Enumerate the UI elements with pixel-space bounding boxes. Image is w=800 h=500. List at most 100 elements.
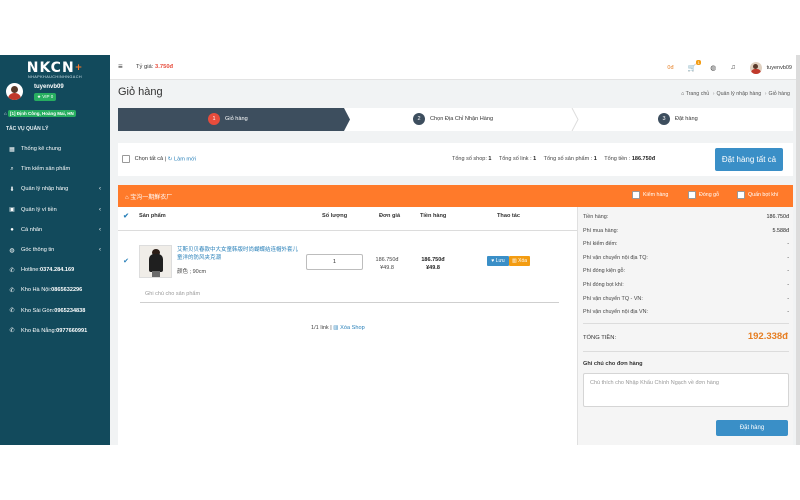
wallet-balance[interactable]: 0đ [667, 65, 673, 71]
sidebar-item-label: Kho Sài Gòn: [21, 307, 55, 314]
fee-row: Phí vận chuyển nội địa TQ: - [583, 252, 789, 266]
user-panel: tuyenvb09 ★ VIP 0 [0, 81, 110, 111]
col-product: Sản phẩm [139, 213, 166, 219]
vip-badge: ★ VIP 0 [34, 93, 57, 101]
sidebar: NKCN+ NHAPKHAUCHINHNGACH tuyenvb09 ★ VIP… [0, 55, 110, 445]
delete-item-button[interactable]: ▥ Xóa [509, 256, 530, 266]
sidebar-item-9[interactable]: ✆ Kho Đà Nẵng: 0977660991 [0, 321, 110, 341]
col-qty: Số lượng [322, 213, 348, 219]
logo[interactable]: NKCN+ NHAPKHAUCHINHNGACH [0, 55, 110, 81]
sidebar-item-0[interactable]: ▦ Thống kê chung [0, 139, 110, 159]
fee-value: - [787, 295, 789, 302]
trash-icon: ▥ [511, 258, 517, 264]
breadcrumb-import[interactable]: Quản lý nhập hàng [716, 91, 761, 97]
cart-summary: Chọn tất cả | ↻ Làm mới Tổng số shop: 1 … [118, 143, 793, 176]
shop-name[interactable]: ⌂ 宝沟一期鮮衣厂 [125, 192, 172, 201]
select-all-checkbox[interactable] [122, 155, 130, 163]
phone-icon: ✆ [9, 287, 15, 294]
breadcrumb-home[interactable]: Trang chủ [686, 91, 710, 97]
option-inspection[interactable]: Kiểm hàng [632, 191, 668, 199]
quantity-input[interactable]: 1 [306, 254, 363, 270]
cart-count-badge: 1 [696, 59, 702, 65]
sidebar-username: tuyenvb09 [34, 84, 64, 90]
fee-value: 186.750đ [766, 214, 789, 220]
sidebar-item-value: 0374.284.169 [39, 267, 75, 274]
bell-icon[interactable]: ♫ [730, 64, 735, 71]
cart-icon[interactable]: 🛒 1 [688, 59, 702, 72]
order-button[interactable]: Đặt hàng [716, 420, 788, 436]
phone-icon: ✆ [9, 328, 15, 335]
sidebar-item-3[interactable]: ▣ Quản lý ví tiền ‹ [0, 200, 110, 220]
sidebar-item-label: Quản lý ví tiền [21, 206, 57, 213]
chevron-left-icon: ‹ [99, 226, 101, 233]
page-title: Giỏ hàng [118, 86, 163, 98]
logo-tagline: NHAPKHAUCHINHNGACH [27, 74, 83, 79]
shop-card: ⌂ 宝沟一期鮮衣厂 Kiểm hàng Đóng gỗ Quấn bọt khí… [118, 185, 793, 445]
globe-icon[interactable]: ◍ [710, 64, 716, 72]
topbar-avatar[interactable] [749, 61, 762, 74]
logo-text: NKCN [26, 59, 75, 76]
trash-icon: ▥ [333, 325, 339, 331]
sidebar-item-8[interactable]: ✆ Kho Sài Gòn: 0965234838 [0, 301, 110, 321]
sidebar-item-label: Góc thông tin [21, 247, 55, 254]
save-item-button[interactable]: ♥ Lưu [487, 256, 509, 266]
shop-select-checkbox[interactable]: ✔ [122, 213, 130, 221]
fee-label: Phí đóng bọt khí: [583, 282, 624, 288]
inspection-checkbox[interactable] [632, 191, 640, 199]
address-tag[interactable]: ⌂ [1] Định Công, Hoàng Mai, HN [4, 110, 76, 117]
sidebar-section-title: TÁC VỤ QUẢN LÝ [6, 126, 49, 132]
fee-value: - [787, 268, 789, 275]
product-thumbnail[interactable] [139, 245, 172, 278]
select-all-label[interactable]: Chọn tất cả [135, 156, 164, 162]
breadcrumb: ⌂ Trang chủ › Quản lý nhập hàng › Giỏ hàng [681, 91, 790, 97]
grand-total-value: 192.338đ [747, 331, 788, 342]
topbar-username[interactable]: tuyenvb09 [767, 65, 792, 71]
menu-toggle-icon[interactable]: ≡ [118, 62, 123, 71]
bubble-wrap-checkbox[interactable] [737, 191, 745, 199]
order-all-button[interactable]: Đặt hàng tất cả [715, 148, 783, 171]
step-cart[interactable]: 1 Giỏ hàng [208, 113, 248, 125]
heart-icon: ♥ [491, 258, 495, 264]
product-note-input[interactable]: Ghi chú cho sản phẩm [140, 286, 559, 303]
chevron-left-icon: ‹ [99, 206, 101, 213]
user-icon: ● [10, 226, 14, 233]
sidebar-item-1[interactable]: ⌕ Tìm kiếm sản phẩm [0, 159, 110, 179]
sidebar-item-7[interactable]: ✆ Kho Hà Nội: 0865632296 [0, 280, 110, 300]
fee-row: Phí kiểm đếm: - [583, 238, 789, 252]
step-order[interactable]: 3 Đặt hàng [658, 113, 698, 125]
step-address[interactable]: 2 Chọn Địa Chỉ Nhận Hàng [413, 113, 493, 125]
wood-packing-checkbox[interactable] [688, 191, 696, 199]
grand-total-label: TỔNG TIỀN: [583, 335, 617, 341]
sidebar-item-5[interactable]: ◍ Góc thông tin ‹ [0, 240, 110, 260]
option-bubble-wrap[interactable]: Quấn bọt khí [737, 191, 778, 199]
search-icon: ⌕ [10, 165, 14, 172]
sidebar-item-6[interactable]: ✆ Hotline: 0374.284.169 [0, 260, 110, 280]
chevron-left-icon: ‹ [99, 186, 101, 193]
option-wood-packing[interactable]: Đóng gỗ [688, 191, 719, 199]
sidebar-item-4[interactable]: ● Cá nhân ‹ [0, 220, 110, 240]
fee-value: - [787, 241, 789, 248]
sidebar-item-label: Kho Đà Nẵng: [21, 327, 57, 334]
exchange-rate: Tỷ giá: 3.750đ [136, 64, 174, 70]
fees-panel: Tiền hàng: 186.750đ Phí mua hàng: 5.588đ Phí… [577, 207, 793, 445]
item-select-checkbox[interactable]: ✔ [122, 258, 130, 266]
cart-totals: Tổng số shop: 1 Tổng số link : 1 Tổng số… [452, 156, 656, 162]
product-name-link[interactable]: 艾斯贝贝春款中大女童韩版时尚蝴蝶结连帽外套儿童洋的防风夹克潮 [177, 247, 302, 262]
sidebar-item-label: Tìm kiếm sản phẩm [21, 166, 71, 173]
sidebar-item-label: Quản lý nhập hàng [21, 186, 69, 193]
fee-row: Phí đóng kiện gỗ: - [583, 265, 789, 279]
refresh-link[interactable]: ↻ Làm mới [168, 156, 196, 162]
fee-row: Tiền hàng: 186.750đ [583, 211, 789, 225]
avatar[interactable] [6, 83, 23, 100]
delete-shop-link[interactable]: ▥ Xóa Shop [333, 325, 364, 331]
dashboard-icon: ▦ [9, 146, 15, 153]
phone-icon: ✆ [9, 308, 15, 315]
sidebar-item-2[interactable]: ⬇ Quản lý nhập hàng ‹ [0, 179, 110, 199]
topbar-right: 0đ 🛒 1 ◍ ♫ tuyenvb09 [667, 59, 792, 75]
sidebar-item-label: Kho Hà Nội: [21, 287, 52, 294]
wallet-icon: ▣ [9, 207, 15, 214]
step-divider [571, 108, 579, 131]
sidebar-item-value: 0977660991 [56, 327, 88, 334]
page-scrollbar[interactable] [796, 55, 800, 445]
order-note-input[interactable]: Chú thích cho Nhập Khẩu Chính Ngạch về đ… [583, 373, 789, 407]
